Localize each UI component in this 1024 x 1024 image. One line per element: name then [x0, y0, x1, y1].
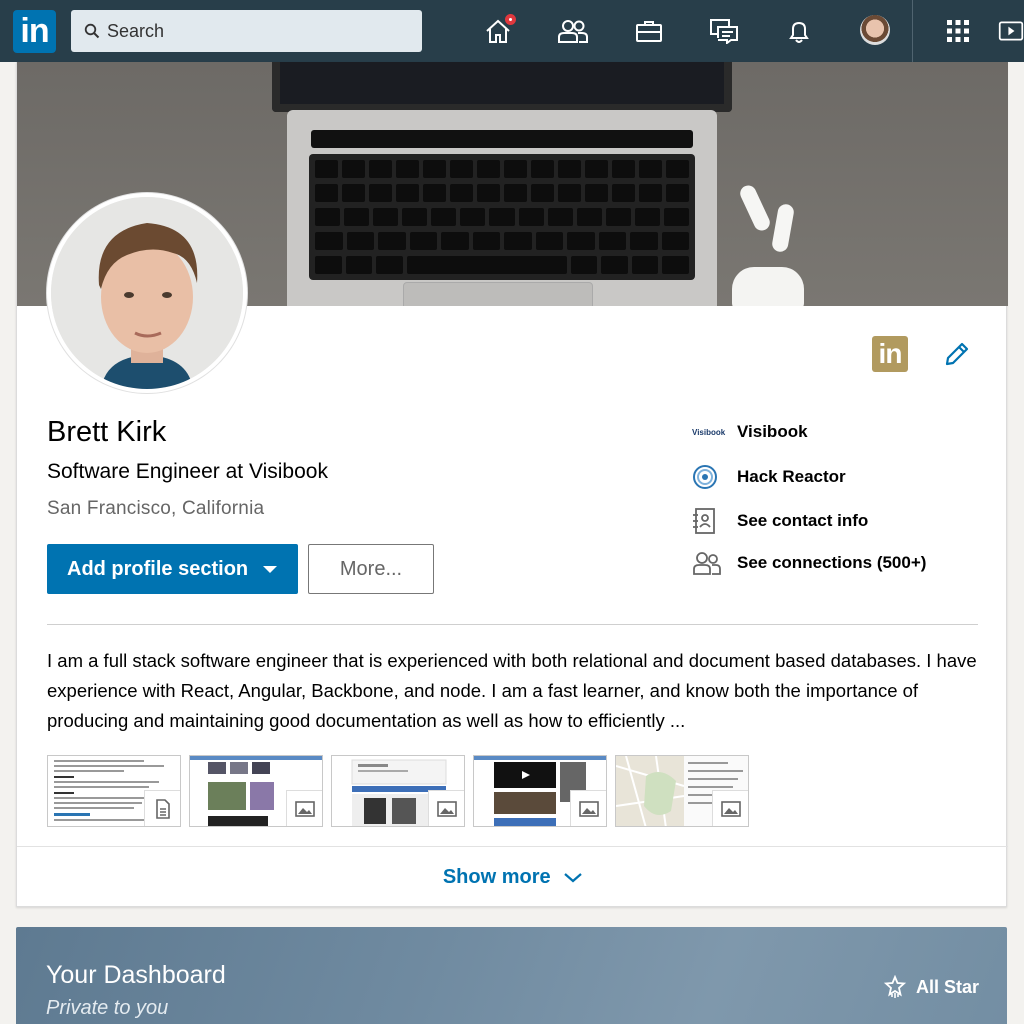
edit-intro-button[interactable] — [943, 340, 971, 373]
show-more-label: Show more — [442, 866, 551, 888]
learning-nav-button[interactable] — [998, 14, 1024, 48]
image-icon — [720, 800, 741, 817]
current-company-label: Visibook — [737, 422, 808, 441]
connections-icon — [693, 552, 721, 575]
linkedin-premium-badge[interactable]: in — [872, 336, 908, 372]
divider — [17, 846, 1008, 847]
jobs-icon — [636, 21, 662, 42]
me-avatar[interactable] — [860, 15, 890, 45]
profile-location: San Francisco, California — [47, 498, 265, 519]
caret-down-icon — [263, 566, 277, 573]
education-link[interactable]: Hack Reactor — [692, 462, 846, 492]
messaging-nav-button[interactable] — [707, 14, 741, 48]
contact-info-label: See contact info — [737, 511, 869, 530]
notification-badge — [503, 12, 518, 27]
media-thumbnail[interactable] — [473, 755, 607, 827]
cover-airpods-case — [732, 267, 804, 306]
cover-airpod — [737, 182, 773, 234]
education-label: Hack Reactor — [737, 467, 846, 486]
profile-photo[interactable] — [47, 193, 247, 393]
my-network-nav-button[interactable] — [556, 14, 590, 48]
profile-name: Brett Kirk — [47, 416, 167, 448]
learning-icon — [998, 21, 1024, 41]
messaging-icon — [710, 19, 738, 44]
top-navigation-bar: in — [0, 0, 1024, 62]
linkedin-logo[interactable]: in — [13, 10, 56, 53]
search-input[interactable] — [107, 10, 407, 52]
profile-photo-image — [51, 197, 243, 389]
address-book-icon — [693, 508, 715, 534]
nav-divider — [912, 0, 913, 62]
contact-info-link[interactable]: See contact info — [692, 506, 868, 536]
dashboard-card: Your Dashboard Private to you All Star — [16, 927, 1007, 1024]
document-icon — [155, 798, 170, 819]
notifications-icon — [789, 21, 809, 43]
all-star-status[interactable]: All Star — [884, 975, 979, 999]
connections-link[interactable]: See connections (500+) — [692, 548, 926, 578]
add-profile-section-button[interactable]: Add profile section — [47, 544, 298, 594]
media-thumbnail[interactable] — [47, 755, 181, 827]
divider — [47, 624, 978, 625]
show-more-button[interactable]: Show more — [17, 858, 1008, 896]
image-icon — [436, 800, 457, 817]
search-icon — [84, 23, 100, 39]
dashboard-title: Your Dashboard — [46, 961, 226, 989]
media-thumbnail[interactable] — [331, 755, 465, 827]
profile-card: in Brett Kirk Software Engineer at Visib… — [16, 62, 1008, 907]
all-star-label: All Star — [916, 976, 980, 997]
current-company-link[interactable]: Visibook Visibook — [692, 417, 808, 447]
work-nav-button[interactable] — [941, 14, 975, 48]
star-icon — [884, 975, 906, 998]
notifications-nav-button[interactable] — [782, 14, 816, 48]
chevron-down-icon — [564, 872, 582, 883]
cover-airpod — [770, 202, 796, 254]
image-icon — [578, 800, 599, 817]
jobs-nav-button[interactable] — [632, 14, 666, 48]
media-thumbnail[interactable] — [189, 755, 323, 827]
profile-summary: I am a full stack software engineer that… — [47, 650, 977, 731]
dashboard-subtitle: Private to you — [46, 997, 169, 1019]
apps-grid-icon — [947, 20, 969, 42]
visibook-logo: Visibook — [692, 427, 726, 437]
pencil-icon — [945, 342, 969, 366]
search-box[interactable] — [71, 10, 422, 52]
cover-laptop — [287, 110, 717, 306]
hack-reactor-logo — [693, 465, 717, 489]
add-profile-section-label: Add profile section — [67, 557, 249, 580]
media-thumbnail[interactable] — [615, 755, 749, 827]
my-network-icon — [558, 20, 588, 43]
connections-label: See connections (500+) — [737, 553, 927, 572]
more-button[interactable]: More... — [308, 544, 434, 594]
image-icon — [294, 800, 315, 817]
cover-laptop-screen — [272, 62, 732, 112]
profile-headline: Software Engineer at Visibook — [47, 460, 328, 483]
